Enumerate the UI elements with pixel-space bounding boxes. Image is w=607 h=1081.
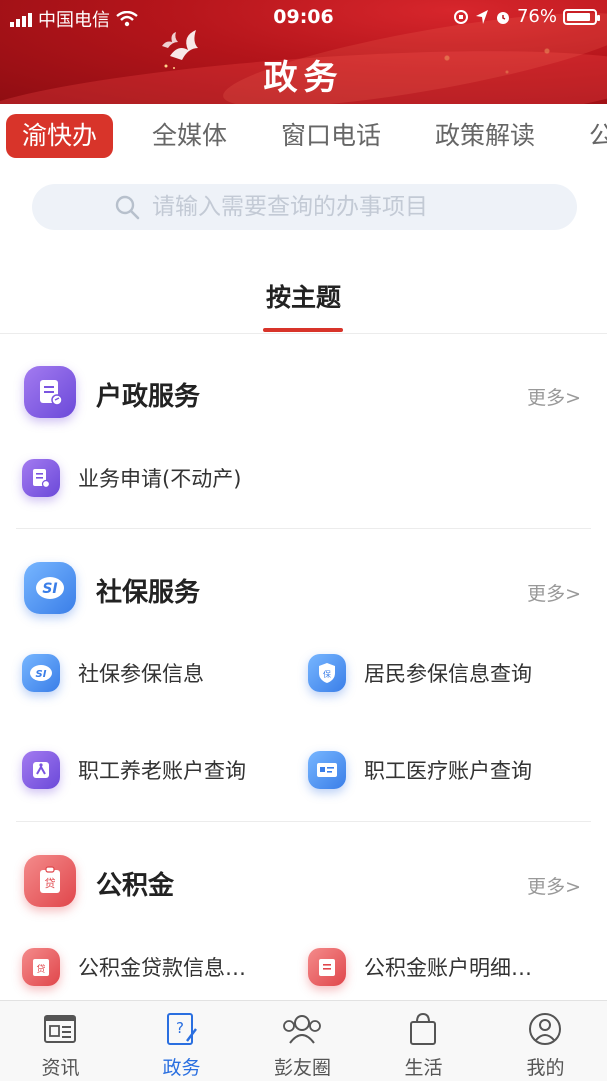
- bottom-nav: 资讯 ? 政务 彭友圈 生活 我的: [0, 1000, 607, 1081]
- profile-icon: [529, 1013, 561, 1045]
- more-link-social-security[interactable]: 更多>: [527, 579, 581, 606]
- divider: [0, 333, 607, 334]
- medical-card-icon: [308, 751, 346, 789]
- nav-profile[interactable]: 我的: [485, 1001, 606, 1081]
- svg-text:贷: 贷: [36, 963, 45, 975]
- service-item[interactable]: 职工医疗账户查询: [308, 751, 588, 789]
- tab-all-media[interactable]: 全媒体: [152, 114, 227, 158]
- pension-icon: [22, 751, 60, 789]
- page-title: 政务: [263, 58, 344, 98]
- shopping-bag-icon: [410, 1012, 436, 1045]
- service-item[interactable]: 职工养老账户查询: [22, 751, 284, 789]
- service-item[interactable]: 贷 公积金贷款信息…: [22, 948, 284, 986]
- more-link-household[interactable]: 更多>: [527, 383, 581, 410]
- service-item-label: 居民参保信息查询: [364, 662, 532, 686]
- divider: [16, 821, 591, 822]
- svg-text:?: ?: [176, 1019, 184, 1037]
- service-item[interactable]: 业务申请(不动产): [22, 459, 241, 497]
- theme-tab[interactable]: 按主题: [0, 278, 607, 314]
- housing-fund-icon: 贷: [24, 855, 76, 907]
- svg-text:SI: SI: [36, 669, 47, 680]
- lock-rotation-icon: [453, 9, 468, 24]
- status-bar: 中国电信 09:06 76%: [0, 0, 607, 34]
- loan-icon: 贷: [22, 948, 60, 986]
- clipboard-icon: [308, 948, 346, 986]
- nav-friends-circle[interactable]: 彭友圈: [242, 1001, 363, 1081]
- service-item[interactable]: SI 社保参保信息: [22, 654, 284, 692]
- nav-label: 我的: [526, 1057, 565, 1079]
- shield-icon: 保: [308, 654, 346, 692]
- svg-text:SI: SI: [42, 581, 57, 597]
- theme-tab-indicator: [263, 328, 343, 332]
- header-banner: 中国电信 09:06 76% 政务: [0, 0, 607, 104]
- nav-news[interactable]: 资讯: [0, 1001, 121, 1081]
- service-item-label: 职工医疗账户查询: [364, 759, 532, 783]
- tab-policy-interpretation[interactable]: 政策解读: [435, 114, 535, 158]
- service-item-label: 公积金贷款信息…: [78, 956, 246, 980]
- friends-circle-icon: [283, 1015, 321, 1044]
- social-security-icon: SI: [22, 654, 60, 692]
- section-title-household: 户政服务: [96, 382, 201, 412]
- nav-label: 资讯: [41, 1057, 80, 1079]
- svg-text:保: 保: [323, 669, 331, 679]
- nav-label: 彭友圈: [273, 1057, 331, 1079]
- category-tabs: 渝快办 全媒体 窗口电话 政策解读 公: [0, 108, 607, 164]
- nav-life[interactable]: 生活: [363, 1001, 484, 1081]
- service-item-label: 公积金账户明细…: [364, 956, 532, 980]
- divider: [16, 528, 591, 529]
- section-title-housing-fund: 公积金: [96, 871, 175, 901]
- nav-label: 政务: [162, 1057, 201, 1079]
- service-item-label: 社保参保信息: [78, 662, 204, 686]
- tab-window-phone[interactable]: 窗口电话: [281, 114, 381, 158]
- battery-percent: 76%: [516, 6, 557, 27]
- service-item-label: 业务申请(不动产): [78, 467, 242, 491]
- news-icon: [44, 1015, 76, 1043]
- government-icon: ?: [167, 1013, 197, 1045]
- more-link-housing-fund[interactable]: 更多>: [527, 872, 581, 899]
- service-item[interactable]: 公积金账户明细…: [308, 948, 588, 986]
- document-icon: [22, 459, 60, 497]
- location-icon: [475, 9, 488, 24]
- search-icon: [115, 195, 140, 220]
- battery-icon: [563, 8, 600, 25]
- tab-yukuaiban[interactable]: 渝快办: [6, 114, 114, 158]
- alarm-icon: [496, 11, 509, 24]
- nav-label: 生活: [404, 1057, 443, 1079]
- svg-text:贷: 贷: [45, 876, 56, 890]
- service-item-label: 职工养老账户查询: [78, 759, 246, 783]
- nav-government[interactable]: ? 政务: [121, 1001, 242, 1081]
- tab-partial[interactable]: 公: [589, 114, 607, 158]
- social-security-icon: SI: [24, 562, 76, 614]
- search-bar[interactable]: [32, 184, 577, 230]
- search-input[interactable]: [150, 193, 534, 221]
- household-service-icon: [24, 366, 76, 418]
- service-item[interactable]: 保 居民参保信息查询: [308, 654, 588, 692]
- section-title-social-security: 社保服务: [96, 578, 201, 608]
